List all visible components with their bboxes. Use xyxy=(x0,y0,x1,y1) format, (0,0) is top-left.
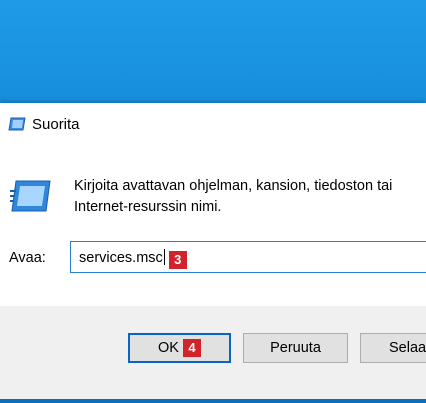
open-input[interactable]: services.msc 3 xyxy=(70,241,426,273)
text-caret xyxy=(163,249,165,265)
browse-button[interactable]: Selaa xyxy=(360,333,426,363)
taskbar-edge xyxy=(0,399,426,403)
open-input-text: services.msc xyxy=(79,250,163,266)
ok-button[interactable]: OK 4 xyxy=(128,333,231,363)
ok-button-label: OK xyxy=(158,340,179,356)
step-badge-3: 3 xyxy=(168,251,187,269)
title-bar[interactable]: Suorita xyxy=(0,103,426,143)
cancel-button[interactable]: Peruuta xyxy=(243,333,348,363)
prompt-line-1: Kirjoita avattavan ohjelman, kansion, ti… xyxy=(74,178,393,194)
run-program-icon xyxy=(10,180,51,212)
open-label: Avaa: xyxy=(9,250,46,266)
dialog-prompt: Kirjoita avattavan ohjelman, kansion, ti… xyxy=(74,176,426,218)
dialog-title: Suorita xyxy=(32,116,80,133)
cancel-button-label: Peruuta xyxy=(270,340,321,356)
browse-button-label: Selaa xyxy=(389,340,426,356)
run-dialog-icon xyxy=(8,117,26,131)
open-input-value: services.msc 3 xyxy=(79,249,187,269)
run-dialog: Suorita Kirjoita avattavan ohjelman, kan… xyxy=(0,103,426,399)
step-badge-4: 4 xyxy=(182,339,201,357)
prompt-line-2: Internet-resurssin nimi. xyxy=(74,199,222,215)
